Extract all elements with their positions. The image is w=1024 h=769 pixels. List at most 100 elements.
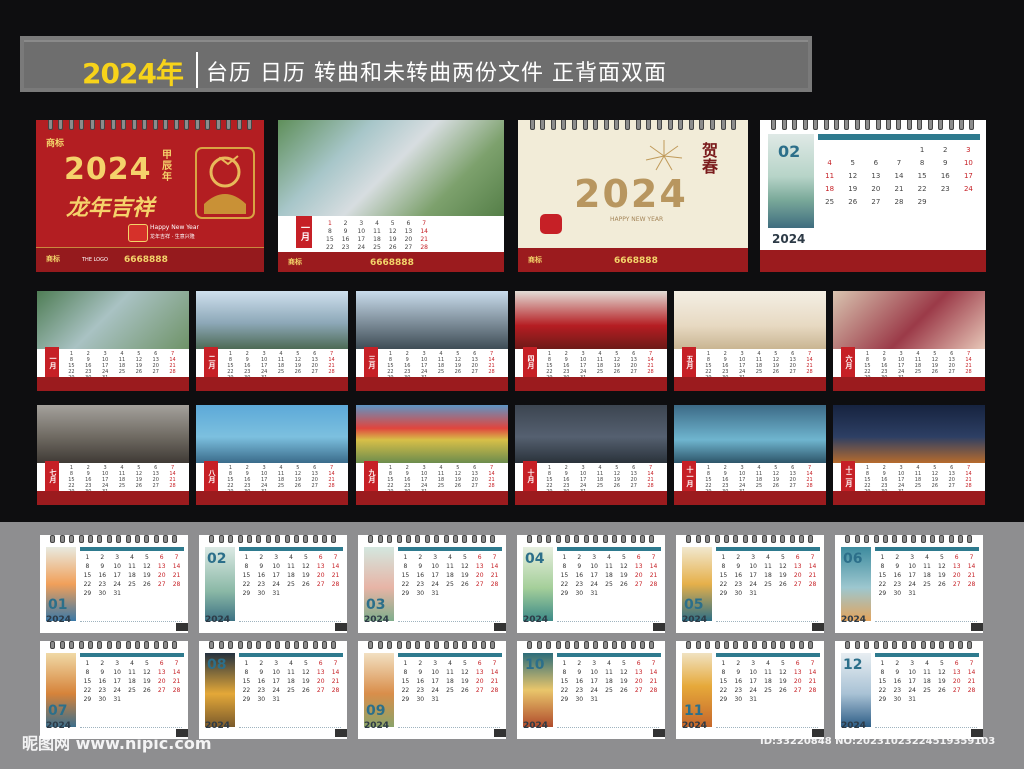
month-tag: 一月 [296, 216, 312, 248]
red-envelope-icon [540, 214, 562, 234]
date-grid: 1 2 3 4 5 6 7 8 9 10 11 12 13 14 15 16 17 18 19 20 21 22 23 24 2… [878, 554, 976, 597]
date-grid: 1 2 3 4 5 6 7 8 9 10 11 12 13 14 15 16 17 18 19 20 21 22 23 24 2… [242, 554, 340, 597]
binding-rings [36, 120, 264, 130]
month-photo [196, 405, 348, 463]
month-tag: 十一月 [682, 461, 696, 491]
month-footer-bar [37, 491, 189, 505]
weekday-header-bar [398, 653, 502, 657]
weekday-header-bar [557, 653, 661, 657]
footer-line [716, 727, 818, 732]
year-label: 2024 [523, 721, 549, 731]
site-watermark: 昵图网 www.nipic.com [22, 734, 212, 753]
white-month-card: 06 1 2 3 4 5 6 7 8 9 10 11 12 13 14 15 16 17 18 19 20 21 22 23 2… [835, 535, 983, 633]
footer-line [557, 727, 659, 732]
white-month-card: 03 1 2 3 4 5 6 7 8 9 10 11 12 13 14 15 16 17 18 19 20 21 22 23 2… [358, 535, 506, 633]
weekday-header-bar [239, 653, 343, 657]
year-label: 2024 [841, 721, 867, 731]
month-footer-bar [674, 491, 826, 505]
month-tag: 三月 [364, 347, 378, 377]
red-month-card: 十月 1 2 3 4 5 6 7 8 9 10 11 12 13 14 15 16 17 18 19 20 21 22 23 2… [515, 405, 667, 505]
red-month-card: 八月 1 2 3 4 5 6 7 8 9 10 11 12 13 14 15 16 17 18 19 20 21 22 23 2… [196, 405, 348, 505]
date-grid: 1 2 3 4 5 6 7 8 9 10 11 12 13 14 15 16 17 18 19 20 21 22 23 24 2… [242, 660, 340, 703]
weekday-header-bar [875, 547, 979, 551]
month-tag: 十二月 [841, 461, 855, 491]
stand-tab [494, 623, 506, 631]
calendar-footer-phone: 6668888 [370, 258, 414, 268]
cover-greeting: Happy New Year [150, 224, 199, 231]
cream-cover-year: 2024 [574, 172, 688, 216]
weekday-header-bar [80, 547, 184, 551]
binding-rings [40, 641, 188, 651]
binding-rings [199, 641, 347, 651]
cover-footer-brand: 商标 [46, 255, 60, 263]
footer-line [80, 621, 182, 626]
month-footer-bar [833, 377, 985, 391]
calendar-footer-bar: 商标 6668888 [278, 252, 504, 272]
feb-header-bar [818, 134, 980, 140]
month-photo [196, 291, 348, 349]
stand-tab [812, 623, 824, 631]
month-number: 05 [684, 597, 704, 613]
cream-cover-greeting: HAPPY NEW YEAR [610, 216, 664, 223]
binding-rings [676, 641, 824, 651]
binding-rings [835, 641, 983, 651]
cream-cover-footer-brand: 商标 [528, 256, 542, 264]
month-photo [833, 405, 985, 463]
month-number: 07 [48, 703, 68, 719]
red-month-card: 七月 1 2 3 4 5 6 7 8 9 10 11 12 13 14 15 16 17 18 19 20 21 22 23 2… [37, 405, 189, 505]
stand-tab [653, 623, 665, 631]
footer-line [239, 621, 341, 626]
binding-rings [517, 641, 665, 651]
weekday-header-bar [716, 653, 820, 657]
year-label: 2024 [523, 615, 549, 625]
month-number: 11 [684, 703, 704, 719]
month-tag: 一月 [45, 347, 59, 377]
header-divider [196, 52, 198, 88]
feb-footer-bar [760, 250, 986, 272]
year-label: 2024 [364, 721, 390, 731]
white-month-card: 01 1 2 3 4 5 6 7 8 9 10 11 12 13 14 15 16 17 18 19 20 21 22 23 2… [40, 535, 188, 633]
date-grid: 1 2 3 4 5 6 7 8 9 10 11 12 13 14 15 16 17 18 19 20 21 22 23 24 2… [878, 660, 976, 703]
feb-date-grid: 123 4 5 6 7 8 9 10 11 12 13 14 15 16 17 18 19 20 21 22 23… [825, 146, 973, 206]
month-number: 04 [525, 551, 545, 567]
date-grid: 1 2 3 4 5 6 7 8 9 10 11 12 13 14 15 16 17 18 19 20 21 22 23 24 2… [401, 660, 499, 703]
stand-tab [335, 729, 347, 737]
cream-cover-footer-phone: 6668888 [614, 256, 658, 266]
stand-tab [653, 729, 665, 737]
month-footer-bar [674, 377, 826, 391]
year-label: 2024 [205, 615, 231, 625]
cover-footer-logo: THE LOGO [82, 257, 108, 263]
year-label: 2024 [364, 615, 390, 625]
footer-line [716, 621, 818, 626]
month-footer-bar [37, 377, 189, 391]
month-photo [515, 291, 667, 349]
firework-icon [645, 140, 683, 171]
binding-rings [358, 641, 506, 651]
month-photo [833, 291, 985, 349]
stand-tab [971, 623, 983, 631]
month-footer-bar [833, 491, 985, 505]
month-photo [674, 405, 826, 463]
month-tag: 十月 [523, 461, 537, 491]
white-month-card: 08 1 2 3 4 5 6 7 8 9 10 11 12 13 14 15 16 17 18 19 20 21 22 23 2… [199, 641, 347, 739]
binding-rings [835, 535, 983, 545]
month-tag: 五月 [682, 347, 696, 377]
month-photo [674, 291, 826, 349]
cover-motto: 龙年吉祥 · 生意兴隆 [150, 234, 195, 240]
red-month-card: 三月 1 2 3 4 5 6 7 8 9 10 11 12 13 14 15 16 17 18 19 20 21 22 23 2… [356, 291, 508, 391]
month-footer-bar [356, 491, 508, 505]
month-photo [37, 405, 189, 463]
white-month-card: 05 1 2 3 4 5 6 7 8 9 10 11 12 13 14 15 16 17 18 19 20 21 22 23 2… [676, 535, 824, 633]
february-calendar-card: 02 123 4 5 6 7 8 9 10 11 12 13 14 15 16 17 18 19 20 21 2… [760, 120, 986, 272]
footer-line [398, 727, 500, 732]
binding-rings [358, 535, 506, 545]
year-label: 2024 [682, 721, 708, 731]
date-grid: 1 2 3 4 5 6 7 8 9 10 11 12 13 14 15 16 17 18 19 20 21 22 23 24 2… [719, 554, 817, 597]
white-month-card: 07 1 2 3 4 5 6 7 8 9 10 11 12 13 14 15 16 17 18 19 20 21 22 23 2… [40, 641, 188, 739]
date-grid: 1 2 3 4 5 6 7 8 9 10 11 12 13 14 15 16 17 18 19 20 21 22 23 24 2… [401, 554, 499, 597]
month-number: 03 [366, 597, 386, 613]
header-year: 2024年 [82, 57, 184, 90]
month-number: 10 [525, 657, 545, 673]
aerial-calendar-card: 一月 1234567 8 9 10 11 12 13 14 15 16 17 18 19 20 21 2… [278, 120, 504, 272]
year-label: 2024 [841, 615, 867, 625]
